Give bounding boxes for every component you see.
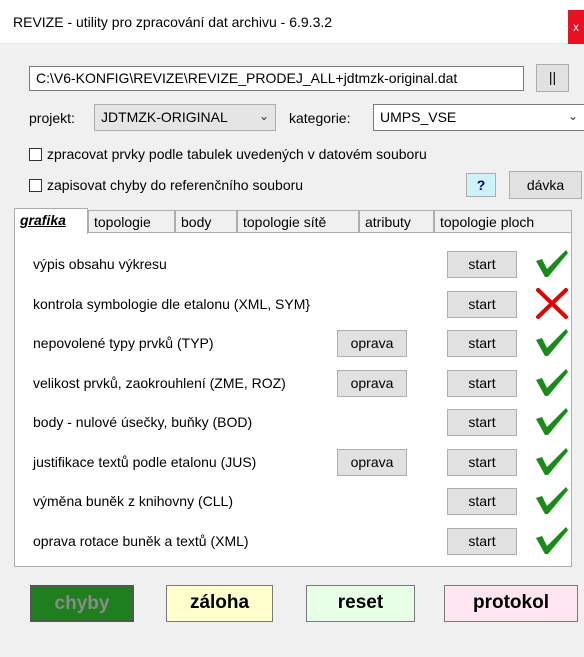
tab-atributy[interactable]: atributy bbox=[359, 210, 434, 233]
check-label: kontrola symbologie dle etalonu (XML, SY… bbox=[33, 296, 311, 312]
start-button[interactable]: start bbox=[447, 330, 517, 357]
reset-button[interactable]: reset bbox=[306, 585, 415, 622]
close-button[interactable]: x bbox=[568, 10, 584, 44]
start-button[interactable]: start bbox=[447, 449, 517, 476]
chevron-down-icon: ⌄ bbox=[567, 109, 578, 123]
fix-button[interactable]: oprava bbox=[337, 449, 407, 476]
start-button[interactable]: start bbox=[447, 370, 517, 397]
check-icon bbox=[532, 405, 572, 437]
errors-button[interactable]: chyby bbox=[30, 585, 134, 622]
start-button[interactable]: start bbox=[447, 409, 517, 436]
help-button[interactable]: ? bbox=[466, 173, 496, 197]
check-icon bbox=[532, 247, 572, 279]
start-button[interactable]: start bbox=[447, 251, 517, 278]
check-icon bbox=[532, 484, 572, 516]
write-errors-label: zapisovat chyby do referenčního souboru bbox=[47, 177, 304, 193]
projekt-select[interactable]: JDTMZK-ORIGINAL ⌄ bbox=[94, 104, 276, 131]
check-icon bbox=[532, 445, 572, 477]
protocol-button[interactable]: protokol bbox=[444, 585, 578, 622]
kategorie-value: UMPS_VSE bbox=[380, 109, 457, 125]
start-button[interactable]: start bbox=[447, 528, 517, 555]
file-path-field[interactable]: C:\V6-KONFIG\REVIZE\REVIZE_PRODEJ_ALL+jd… bbox=[29, 66, 524, 91]
cross-icon bbox=[532, 287, 572, 319]
write-errors-checkbox[interactable] bbox=[29, 179, 42, 192]
process-by-tables-label: zpracovat prvky podle tabulek uvedených … bbox=[47, 146, 427, 162]
check-label: nepovolené typy prvků (TYP) bbox=[33, 335, 214, 351]
batch-button[interactable]: dávka bbox=[509, 171, 582, 199]
browse-button[interactable]: || bbox=[536, 64, 569, 92]
check-label: výměna buněk z knihovny (CLL) bbox=[33, 493, 233, 509]
grafika-panel bbox=[14, 232, 572, 567]
check-label: justifikace textů podle etalonu (JUS) bbox=[33, 454, 257, 470]
check-label: oprava rotace buněk a textů (XML) bbox=[33, 533, 249, 549]
tab-topologie-site[interactable]: topologie sítě bbox=[237, 210, 359, 233]
process-by-tables-checkbox[interactable] bbox=[29, 148, 42, 161]
check-label: velikost prvků, zaokrouhlení (ZME, ROZ) bbox=[33, 375, 286, 391]
fix-button[interactable]: oprava bbox=[337, 370, 407, 397]
projekt-label: projekt: bbox=[29, 110, 75, 126]
fix-button[interactable]: oprava bbox=[337, 330, 407, 357]
title-bar: REVIZE - utility pro zpracování dat arch… bbox=[0, 0, 584, 44]
start-button[interactable]: start bbox=[447, 488, 517, 515]
check-icon bbox=[532, 326, 572, 358]
check-label: výpis obsahu výkresu bbox=[33, 256, 167, 272]
backup-button[interactable]: záloha bbox=[166, 585, 273, 622]
kategorie-select[interactable]: UMPS_VSE ⌄ bbox=[373, 104, 584, 131]
tab-topologie-ploch[interactable]: topologie ploch bbox=[434, 210, 572, 233]
kategorie-label: kategorie: bbox=[289, 110, 351, 126]
tab-body[interactable]: body bbox=[175, 210, 237, 233]
check-icon bbox=[532, 524, 572, 556]
tab-topologie[interactable]: topologie bbox=[88, 210, 175, 233]
check-icon bbox=[532, 366, 572, 398]
window-title: REVIZE - utility pro zpracování dat arch… bbox=[13, 14, 333, 30]
check-label: body - nulové úsečky, buňky (BOD) bbox=[33, 414, 253, 430]
tab-grafika[interactable]: grafika bbox=[14, 208, 88, 234]
projekt-value: JDTMZK-ORIGINAL bbox=[101, 109, 228, 125]
chevron-down-icon: ⌄ bbox=[258, 109, 269, 123]
start-button[interactable]: start bbox=[447, 291, 517, 318]
